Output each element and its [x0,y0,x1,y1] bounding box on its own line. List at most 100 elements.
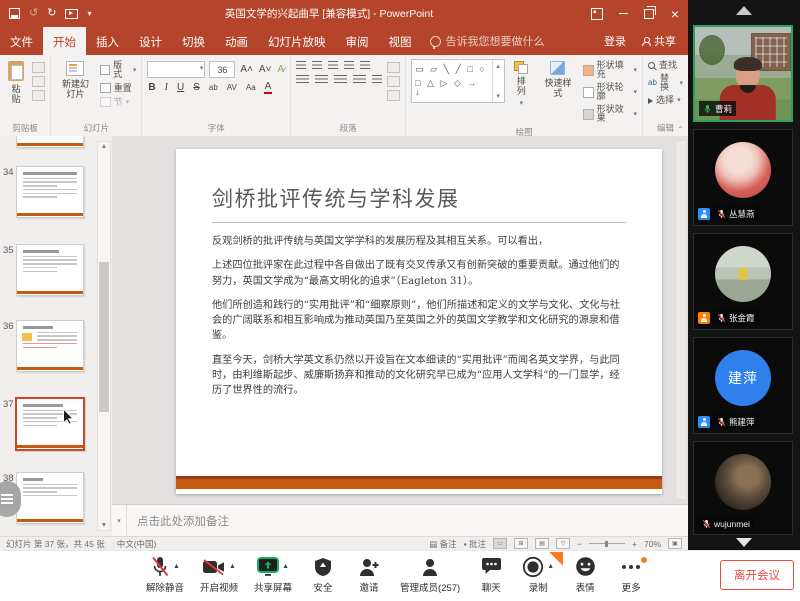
tab-review[interactable]: 审阅 [336,27,379,55]
shape-outline-button[interactable]: 形状轮廓▾ [583,83,637,101]
slide-body-text[interactable]: 反观剑桥的批评传统与英国文学学科的发展历程及其相互关系。可以看出， 上述四位批评… [212,234,626,399]
redo-icon[interactable]: ↻ [47,8,56,19]
unmute-button[interactable]: ▲ 解除静音 [146,555,184,594]
replace-button[interactable]: ab替换▾ [648,74,683,92]
thumbnail-slide-38[interactable] [16,472,84,524]
canvas-scrollbar[interactable] [675,140,687,500]
thumbnail-slide-34[interactable] [16,166,84,218]
collapse-panel-up-icon[interactable] [736,6,752,15]
security-button[interactable]: 安全 [308,555,338,594]
participant-tile-caoli[interactable]: 曹莉 [693,25,793,122]
share-button[interactable]: 共享 [642,33,676,49]
find-button[interactable]: 查找 [648,61,683,70]
thumbnail-slide-35[interactable] [16,244,84,296]
shapes-gallery[interactable]: ▭ ▱ ╲ ╱ □ ○ □ △ ▷ ◇ → ↓ ▴▾ [411,59,505,103]
ribbon-display-options-button[interactable] [584,0,610,27]
font-color-button[interactable]: A [264,82,273,94]
align-left-icon[interactable] [296,75,309,85]
record-options-caret[interactable]: ▲ [547,563,554,570]
participant-tile-conghuiyan[interactable]: 丛慧燕 [693,129,793,226]
thumbnail-slide-33[interactable] [16,136,84,148]
normal-view-button[interactable]: ▭ [493,538,507,549]
participant-tile-xiongjianping[interactable]: 建萍 熊建萍 [693,337,793,434]
chat-button[interactable]: 聊天 [476,555,506,594]
zoom-in-button[interactable]: + [632,539,637,549]
notes-toggle[interactable]: ▤ 备注 [429,538,456,550]
tab-file[interactable]: 文件 [0,27,43,55]
share-screen-button[interactable]: ▲ 共享屏幕 [254,555,292,594]
reactions-button[interactable]: 表情 [570,555,600,594]
bold-button[interactable]: B [147,83,156,93]
slideshow-view-button[interactable]: ▽ [556,538,570,549]
underline-button[interactable]: U [176,83,185,93]
tab-slideshow[interactable]: 幻灯片放映 [258,27,336,55]
shrink-font-icon[interactable]: A˅ [258,65,273,75]
tab-design[interactable]: 设计 [129,27,172,55]
manage-members-button[interactable]: 管理成员(257) [400,555,460,594]
fit-to-window-button[interactable]: ▣ [668,538,682,549]
cut-icon[interactable] [32,62,45,73]
comments-toggle[interactable]: ▪ 批注 [464,538,486,550]
sign-in-button[interactable]: 登录 [604,33,626,49]
font-name-combobox[interactable] [147,61,205,78]
change-case-button[interactable]: Aa [245,84,257,92]
numbering-icon[interactable] [312,61,322,71]
reading-view-button[interactable]: ▤ [535,538,549,549]
scroll-up-icon[interactable]: ▲ [98,143,110,150]
copy-icon[interactable] [32,76,45,87]
invite-button[interactable]: 邀请 [354,555,384,594]
justify-icon[interactable] [353,75,366,85]
paste-button[interactable]: 粘贴 [5,59,27,107]
participant-tile-wujunmei[interactable]: wujunmei [693,441,793,535]
language-indicator[interactable]: 中文(中国) [117,538,157,550]
bullets-icon[interactable] [296,61,306,71]
select-button[interactable]: 选择▾ [648,96,683,105]
share-options-caret[interactable]: ▲ [282,563,289,570]
slide-sorter-view-button[interactable]: ⊞ [514,538,528,549]
tab-view[interactable]: 视图 [379,27,422,55]
section-button[interactable]: 节▾ [100,97,137,107]
quick-styles-button[interactable]: 快速样式 [538,59,578,101]
text-direction-icon[interactable] [387,62,400,73]
scrollbar-thumb[interactable] [99,262,109,412]
columns-icon[interactable] [372,75,382,85]
clear-format-icon[interactable]: A̷ [276,65,285,75]
line-spacing-icon[interactable] [360,61,370,71]
shadow-button[interactable]: ab [208,84,219,92]
tell-me-box[interactable]: 告诉我您想要做什么 [422,27,553,55]
layout-button[interactable]: 版式▾ [100,61,137,79]
align-text-icon[interactable] [387,76,400,87]
restore-button[interactable] [636,0,662,27]
thumbnail-slide-36[interactable] [16,320,84,372]
shape-fill-button[interactable]: 形状填充▾ [583,61,637,79]
strikethrough-button[interactable]: S [192,83,201,93]
char-spacing-button[interactable]: AV [226,84,238,92]
convert-smartart-icon[interactable] [387,90,400,101]
zoom-slider[interactable] [589,543,625,544]
shape-effects-button[interactable]: 形状效果▾ [583,105,637,123]
slide-title[interactable]: 剑桥批评传统与学科发展 [212,183,626,223]
tab-insert[interactable]: 插入 [86,27,129,55]
qat-customize-icon[interactable]: ▾ [87,10,91,18]
scroll-more-participants-icon[interactable] [736,538,752,547]
minimize-button[interactable] [610,0,636,27]
start-video-button[interactable]: ▲ 开启视频 [200,555,238,594]
tab-transitions[interactable]: 切换 [172,27,215,55]
record-button[interactable]: ▲ 录制 [522,555,554,594]
thumbnail-scrollbar[interactable]: ▲ ▼ [97,141,111,531]
undo-icon[interactable]: ↺ [29,8,38,19]
reset-button[interactable]: 重置 [100,83,137,93]
zoom-out-button[interactable]: − [577,539,582,549]
scroll-down-icon[interactable]: ▼ [98,522,110,529]
arrange-button[interactable]: 排列 ▾ [510,59,533,110]
increase-indent-icon[interactable] [344,61,354,71]
decrease-indent-icon[interactable] [328,61,338,71]
align-center-icon[interactable] [315,75,328,85]
font-size-combobox[interactable]: 36 [209,61,235,78]
align-right-icon[interactable] [334,75,347,85]
shapes-gallery-scrollbar[interactable]: ▴▾ [492,60,504,102]
leave-meeting-button[interactable]: 离开会议 [720,560,794,590]
new-slide-button[interactable]: 新建幻灯片 [56,59,94,102]
zoom-level[interactable]: 70% [644,539,661,549]
notes-splitter[interactable]: ▾ [112,505,127,537]
